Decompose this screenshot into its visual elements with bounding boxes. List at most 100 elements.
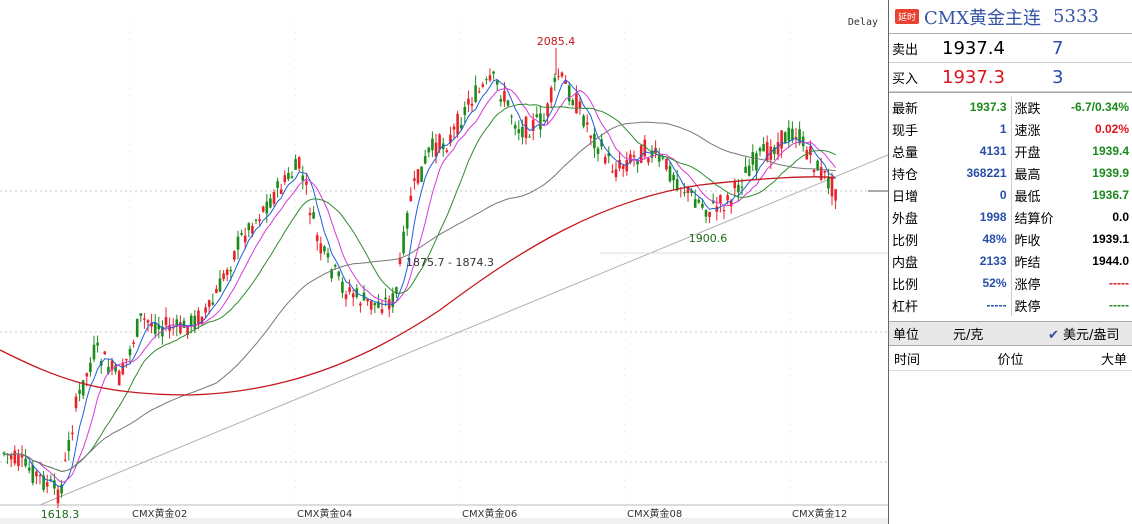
candle-body [31,465,35,484]
stat-row: 涨停 ----- [1012,272,1132,294]
quote-panel: 延时 CMX黄金主连 5333 卖出 1937.4 7 买入 1937.3 3 … [888,0,1132,524]
candle-body [535,114,539,117]
chart-scrollbar[interactable] [0,518,888,524]
candle-body [218,278,222,292]
candle-body [708,211,711,217]
candle-body [251,225,254,234]
candle-body [431,138,434,151]
candle-body [254,219,258,221]
candle-body [315,235,319,241]
candle-body [225,269,229,275]
candle-body [567,85,571,102]
candle-body [384,297,387,300]
sell-label: 卖出 [892,42,919,58]
candle-body [503,91,506,102]
candle-body [621,165,625,170]
candle-body [369,300,373,310]
stat-label: 跌停 [1014,299,1041,315]
stat-value: ----- [1109,298,1129,312]
candle-body [467,98,470,105]
candle-body [416,169,420,184]
candle-body [207,300,211,307]
candle-body [63,459,67,461]
stat-label: 日增 [892,189,919,205]
candle-body [506,100,510,106]
candle-body [74,396,78,409]
candle-body [521,126,524,138]
candle-body [693,199,697,208]
candle-body [405,212,409,229]
stat-label: 昨结 [1014,255,1041,271]
candle-body [308,213,312,216]
candle-body [481,84,485,87]
candle-body [294,159,297,170]
candle-body [747,165,751,176]
candle-body [56,489,60,504]
stat-value: 1939.1 [1092,232,1129,246]
candle-body [456,113,459,135]
candle-body [632,155,636,158]
unit-bar: 单位 元/克 ✔ 美元/盎司 [889,321,1132,346]
candle-body [333,265,337,267]
stat-row: 开盘 1939.4 [1012,140,1132,162]
stat-row: 内盘 2133 [889,250,1011,272]
candle-body [359,303,362,306]
candle-body [528,136,531,138]
kline-chart[interactable]: 2085.4 1618.3 1900.6 1875.7 - 1874.3 CMX黄金02… [0,0,888,524]
candle-body [697,199,701,203]
stat-value: 0 [999,188,1007,202]
candle-body [27,467,31,471]
candle-body [240,232,243,235]
candle-body [341,281,344,293]
stat-value: 48% [982,232,1007,246]
candle-body [704,210,708,217]
candle-body [71,432,74,435]
unit-option-yuan[interactable]: 元/克 [953,324,1048,343]
candle-body [744,166,747,173]
candle-body [344,294,348,300]
candle-body [474,85,477,102]
candle-body [578,101,582,109]
candle-body [85,373,89,377]
col-big: 大单 [1100,352,1127,368]
stat-label: 最新 [892,101,919,117]
candle-body [701,203,704,208]
stat-row: 比例 52% [889,272,1011,294]
quote-header: 延时 CMX黄金主连 5333 [889,0,1132,34]
stat-label: 最高 [1014,167,1041,183]
stat-label: 外盘 [892,211,919,227]
stat-row: 总量 4131 [889,140,1011,162]
candlestick-plot[interactable]: 2085.41618.31900.61875.7 - 1874.3CMX黄金02… [0,0,888,524]
candle-body [409,195,413,201]
stat-value: 52% [982,276,1007,290]
stat-row: 外盘 1998 [889,206,1011,228]
stat-row: 跌停 ----- [1012,294,1132,316]
candle-body [92,344,96,360]
candle-body [348,287,351,292]
candle-body [420,166,423,182]
candle-body [204,307,207,313]
stat-row: 最新 1937.3 [889,96,1011,118]
candle-body [312,212,315,219]
stat-value: ----- [986,298,1007,312]
candle-body [305,181,308,185]
candle-body [211,302,215,305]
candle-body [539,113,542,130]
unit-option-usd[interactable]: ✔ 美元/盎司 [1048,324,1119,343]
candle-body [740,186,744,188]
candle-body [164,317,168,326]
candle-body [272,191,276,204]
candle-body [575,93,578,114]
candle-body [337,271,341,277]
stat-label: 涨跌 [1014,101,1041,117]
candle-body [258,219,261,222]
candle-body [189,315,193,326]
ma10-line [3,88,836,484]
candle-body [834,189,837,201]
buy-price: 1937.3 [942,66,1005,88]
candle-body [492,71,495,74]
candle-body [283,175,287,182]
candle-body [758,148,762,152]
candle-body [269,198,272,208]
candle-body [553,77,557,82]
